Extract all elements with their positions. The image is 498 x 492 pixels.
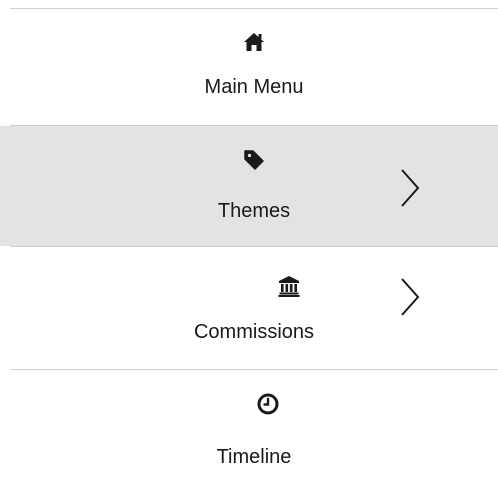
menu-item-commissions[interactable]: Commissions (10, 247, 498, 369)
menu-item-label: Timeline (216, 446, 292, 468)
home-icon (242, 31, 266, 53)
menu-item-themes[interactable]: Themes (0, 126, 498, 246)
navigation-menu: Main Menu Themes Commissions Timeline (0, 0, 498, 492)
chevron-right-icon[interactable] (398, 275, 422, 319)
menu-item-label: Main Menu (204, 76, 304, 98)
institution-icon (278, 275, 300, 297)
menu-item-main-menu[interactable]: Main Menu (10, 9, 498, 125)
chevron-right-icon[interactable] (398, 166, 422, 210)
tag-icon (242, 148, 266, 170)
menu-item-label: Themes (217, 200, 291, 222)
clock-icon (256, 393, 280, 415)
menu-item-label: Commissions (193, 321, 315, 343)
menu-item-timeline[interactable]: Timeline (10, 370, 498, 492)
